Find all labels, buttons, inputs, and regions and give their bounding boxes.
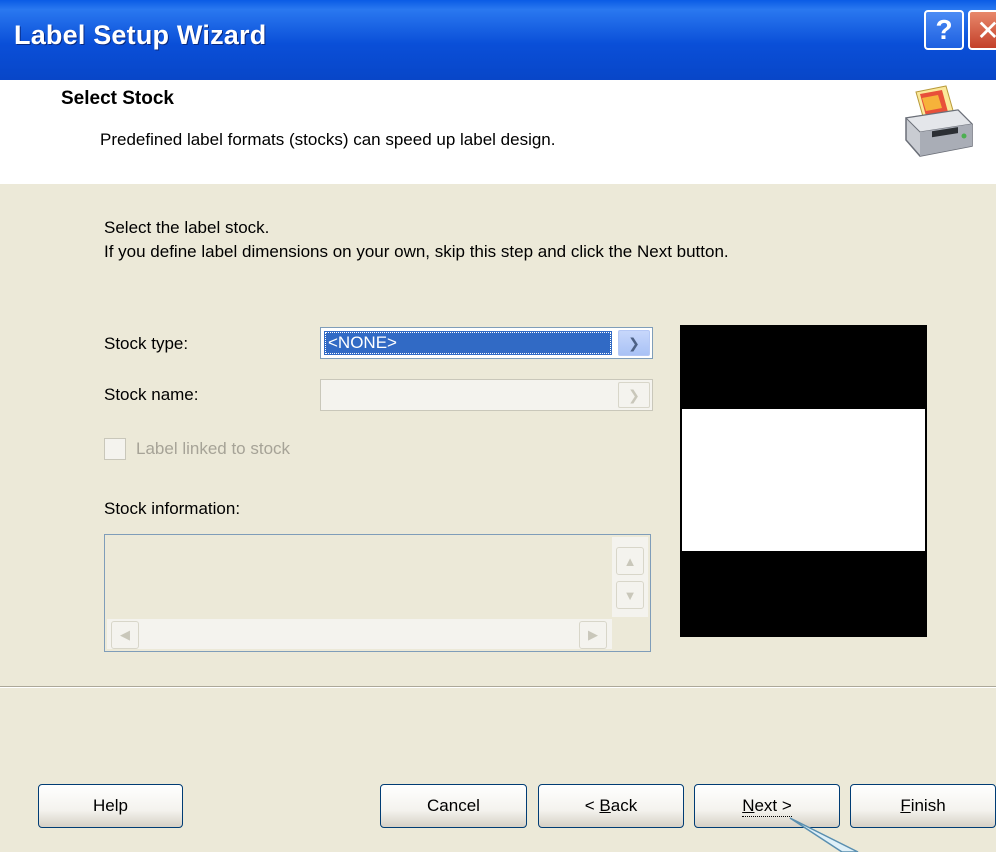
close-icon: ✕	[976, 14, 996, 46]
stock-preview	[680, 325, 927, 637]
label-preview-area	[682, 409, 925, 551]
back-prefix: <	[584, 796, 600, 815]
wizard-header: Select Stock Predefined label formats (s…	[0, 80, 996, 184]
close-button[interactable]: ✕	[968, 10, 996, 50]
label-linked-label[interactable]: Label linked to stock	[136, 439, 290, 459]
next-button-label: Next >	[742, 796, 792, 817]
finish-button[interactable]: Finish	[850, 784, 996, 828]
label-linked-checkbox[interactable]	[104, 438, 126, 460]
stock-type-selected-value: <NONE>	[324, 331, 612, 355]
finish-button-label: Finish	[900, 796, 945, 816]
next-accelerator: N	[742, 795, 755, 815]
vertical-scrollbar[interactable]: ▲ ▼	[612, 537, 648, 617]
stock-information-field[interactable]: ▲ ▼ ◀ ▶	[104, 534, 651, 652]
scroll-left-icon[interactable]: ◀	[111, 621, 139, 649]
intro-line-2: If you define label dimensions on your o…	[104, 242, 729, 261]
finish-accelerator: F	[900, 796, 911, 815]
intro-line-1: Select the label stock.	[104, 218, 270, 237]
stock-name-label: Stock name:	[104, 385, 199, 404]
back-button[interactable]: < Back	[538, 784, 684, 828]
scroll-down-icon[interactable]: ▼	[616, 581, 644, 609]
cancel-button-label: Cancel	[427, 796, 480, 815]
stock-type-label: Stock type:	[104, 334, 189, 353]
chevron-down-icon[interactable]: ❯	[618, 330, 650, 356]
step-title: Select Stock	[61, 88, 174, 109]
back-button-label: < Back	[585, 796, 637, 816]
printer-icon	[904, 85, 974, 157]
label-setup-wizard-window: Label Setup Wizard ? ✕ Select Stock Pred…	[0, 0, 996, 852]
window-title: Label Setup Wizard	[14, 20, 267, 50]
title-bar[interactable]: Label Setup Wizard ? ✕	[0, 0, 996, 80]
next-rest: ext >	[754, 795, 792, 815]
stock-information-label: Stock information:	[104, 499, 241, 518]
cancel-button[interactable]: Cancel	[380, 784, 527, 828]
stock-type-dropdown[interactable]: <NONE> ❯	[320, 327, 653, 359]
divider	[0, 686, 996, 688]
horizontal-scrollbar[interactable]: ◀ ▶	[107, 619, 612, 649]
back-rest: ack	[610, 796, 638, 815]
back-accelerator: B	[599, 796, 611, 815]
stock-name-dropdown[interactable]: ❯	[320, 379, 653, 411]
chevron-down-icon[interactable]: ❯	[618, 382, 650, 408]
scroll-up-icon[interactable]: ▲	[616, 547, 644, 575]
scroll-right-icon[interactable]: ▶	[579, 621, 607, 649]
step-subtitle: Predefined label formats (stocks) can sp…	[100, 130, 556, 149]
help-button-label: Help	[93, 796, 128, 815]
help-button[interactable]: Help	[38, 784, 183, 828]
question-mark-icon: ?	[935, 14, 953, 45]
finish-rest: inish	[910, 796, 946, 815]
next-button[interactable]: Next >	[694, 784, 840, 828]
help-title-button[interactable]: ?	[924, 10, 964, 50]
